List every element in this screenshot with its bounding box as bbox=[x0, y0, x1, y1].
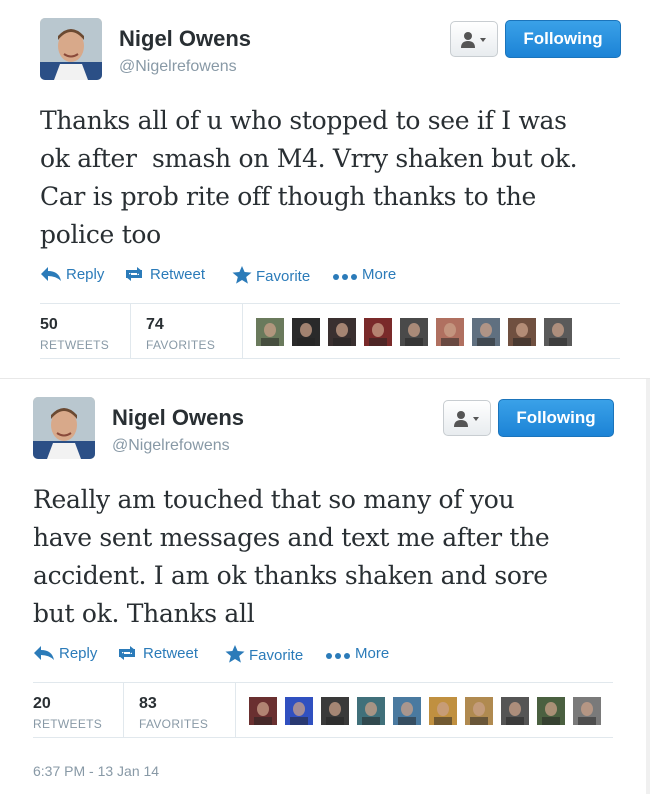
tweet-actions: Reply Retweet Favorite More bbox=[33, 645, 453, 669]
display-name[interactable]: Nigel Owens bbox=[119, 26, 251, 52]
display-name[interactable]: Nigel Owens bbox=[112, 405, 244, 431]
favoriter-avatar[interactable] bbox=[573, 697, 601, 725]
favoriter-avatar[interactable] bbox=[472, 318, 500, 346]
user-actions-dropdown-button[interactable] bbox=[443, 400, 491, 436]
favorites-label: FAVORITES bbox=[146, 338, 216, 352]
retweets-count: 20 bbox=[33, 695, 51, 712]
favoriter-avatar[interactable] bbox=[400, 318, 428, 346]
reply-label: Reply bbox=[59, 645, 98, 662]
favoriter-avatar[interactable] bbox=[508, 318, 536, 346]
reply-icon bbox=[41, 267, 61, 281]
following-button[interactable]: Following bbox=[505, 20, 621, 58]
favoriter-avatar[interactable] bbox=[501, 697, 529, 725]
avatar[interactable] bbox=[33, 397, 95, 459]
favorite-button[interactable]: Favorite bbox=[232, 266, 310, 285]
favorites-stat[interactable]: 83 FAVORITES bbox=[139, 683, 208, 737]
favoriter-avatar[interactable] bbox=[292, 318, 320, 346]
more-button[interactable]: More bbox=[332, 266, 396, 283]
favorites-label: FAVORITES bbox=[139, 717, 209, 731]
favoriter-avatar[interactable] bbox=[249, 697, 277, 725]
tweet-card: Nigel Owens @Nigelrefowens Following Rea… bbox=[0, 378, 650, 794]
favoriters-avatars bbox=[256, 318, 616, 354]
more-dots-icon bbox=[326, 653, 350, 659]
timestamp[interactable]: 6:37 PM - 13 Jan 14 bbox=[33, 763, 159, 779]
tweet-text: Really am touched that so many of you ha… bbox=[33, 485, 550, 628]
favorites-stat[interactable]: 74 FAVORITES bbox=[146, 304, 215, 358]
tweet-actions: Reply Retweet Favorite More bbox=[40, 266, 460, 290]
retweets-count: 50 bbox=[40, 316, 58, 333]
tweet-stats: 50 RETWEETS 74 FAVORITES bbox=[40, 304, 620, 358]
tweet-card: Nigel Owens @Nigelrefowens Following Tha… bbox=[0, 0, 650, 378]
reply-icon bbox=[34, 646, 54, 660]
divider bbox=[242, 304, 243, 358]
following-button[interactable]: Following bbox=[498, 399, 614, 437]
star-icon bbox=[232, 266, 252, 284]
star-icon bbox=[225, 645, 245, 663]
favoriter-avatar[interactable] bbox=[465, 697, 493, 725]
retweet-button[interactable]: Retweet bbox=[122, 266, 205, 283]
favoriter-avatar[interactable] bbox=[328, 318, 356, 346]
retweets-label: RETWEETS bbox=[33, 717, 103, 731]
user-actions-dropdown-button[interactable] bbox=[450, 21, 498, 57]
person-dropdown-icon bbox=[454, 411, 479, 427]
favorite-button[interactable]: Favorite bbox=[225, 645, 303, 664]
divider bbox=[646, 379, 650, 794]
favoriters-avatars bbox=[249, 697, 609, 733]
retweets-label: RETWEETS bbox=[40, 338, 110, 352]
favorite-label: Favorite bbox=[256, 268, 311, 285]
user-handle[interactable]: @Nigelrefowens bbox=[112, 437, 230, 455]
favoriter-avatar[interactable] bbox=[544, 318, 572, 346]
retweets-stat[interactable]: 20 RETWEETS bbox=[33, 683, 102, 737]
divider bbox=[123, 683, 124, 737]
favoriter-avatar[interactable] bbox=[285, 697, 313, 725]
reply-button[interactable]: Reply bbox=[40, 266, 104, 283]
favoriter-avatar[interactable] bbox=[393, 697, 421, 725]
favorites-count: 83 bbox=[139, 695, 157, 712]
favorite-label: Favorite bbox=[249, 647, 304, 664]
retweets-stat[interactable]: 50 RETWEETS bbox=[40, 304, 109, 358]
favoriter-avatar[interactable] bbox=[256, 318, 284, 346]
retweet-label: Retweet bbox=[150, 266, 206, 283]
favoriter-avatar[interactable] bbox=[537, 697, 565, 725]
divider bbox=[40, 358, 620, 359]
user-handle[interactable]: @Nigelrefowens bbox=[119, 58, 237, 76]
favoriter-avatar[interactable] bbox=[436, 318, 464, 346]
more-dots-icon bbox=[333, 274, 357, 280]
person-dropdown-icon bbox=[461, 32, 486, 48]
favoriter-avatar[interactable] bbox=[321, 697, 349, 725]
favoriter-avatar[interactable] bbox=[357, 697, 385, 725]
favoriter-avatar[interactable] bbox=[364, 318, 392, 346]
reply-label: Reply bbox=[66, 266, 105, 283]
favoriter-avatar[interactable] bbox=[429, 697, 457, 725]
divider bbox=[235, 683, 236, 737]
reply-button[interactable]: Reply bbox=[33, 645, 97, 662]
retweet-icon bbox=[126, 267, 142, 281]
more-button[interactable]: More bbox=[325, 645, 389, 662]
more-label: More bbox=[355, 645, 390, 662]
retweet-icon bbox=[119, 646, 135, 660]
retweet-button[interactable]: Retweet bbox=[115, 645, 198, 662]
retweet-label: Retweet bbox=[143, 645, 199, 662]
divider bbox=[33, 737, 613, 738]
divider bbox=[130, 304, 131, 358]
tweet-text: Thanks all of u who stopped to see if I … bbox=[40, 106, 578, 249]
avatar[interactable] bbox=[40, 18, 102, 80]
favorites-count: 74 bbox=[146, 316, 164, 333]
tweet-stats: 20 RETWEETS 83 FAVORITES bbox=[33, 683, 613, 737]
more-label: More bbox=[362, 266, 397, 283]
